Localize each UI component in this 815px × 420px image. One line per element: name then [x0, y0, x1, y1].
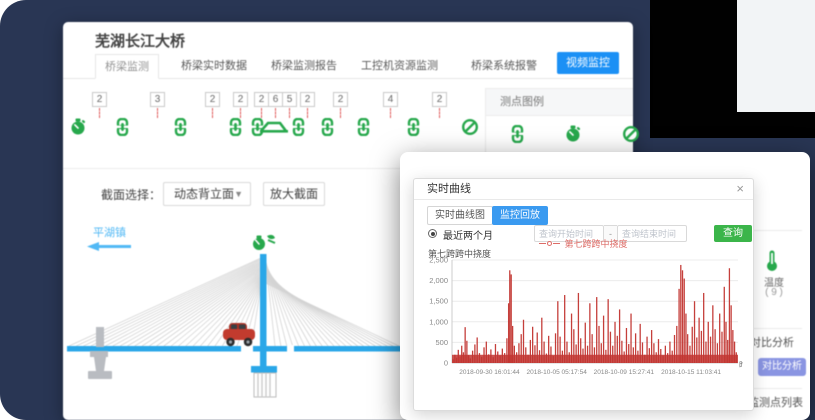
tower-cap — [251, 366, 277, 373]
svg-text:2,500: 2,500 — [429, 257, 448, 265]
left-pier — [88, 327, 112, 379]
close-icon[interactable]: × — [736, 179, 744, 199]
temperature-count: ( 9 ) — [756, 287, 792, 298]
sensor-count-badge: 5 — [282, 92, 297, 107]
chain-sensor-icon[interactable] — [355, 118, 373, 136]
legend-line-icon — [539, 243, 546, 244]
sensor-count-badge: 4 — [383, 92, 398, 107]
sensor-count-badge: 2 — [233, 92, 248, 107]
detail-window: 温度 ( 9 ) 对比分析 对比分析 监测点列表 实时曲线 × 实时曲线图 监控… — [400, 152, 810, 420]
sensor-dashed-line — [261, 108, 262, 118]
sensor-count-badge: 2 — [254, 92, 269, 107]
svg-text:2018-09-30 16:01:44: 2018-09-30 16:01:44 — [459, 369, 520, 376]
tab-realtime-curve[interactable]: 实时曲线图 — [427, 206, 493, 225]
compare-section-header: 对比分析 — [750, 334, 794, 350]
svg-text:2018-10-09 15:27:41: 2018-10-09 15:27:41 — [594, 369, 655, 376]
tower-top-sensor-icons — [253, 235, 275, 250]
sensor-count-badge: 2 — [92, 92, 107, 107]
thermometer-icon — [766, 250, 778, 272]
sensor-count-badge: 6 — [268, 92, 283, 107]
sensor-dashed-line — [340, 108, 341, 118]
svg-text:2018-10-15 11:03:41: 2018-10-15 11:03:41 — [661, 369, 721, 376]
no-entry-sensor-icon[interactable] — [461, 118, 479, 136]
modal-title: 实时曲线 — [414, 179, 753, 200]
sensor-dashed-line — [307, 108, 308, 118]
sensor-dashed-line — [212, 108, 213, 118]
sensor-dashed-line — [275, 108, 276, 118]
section-select-value: 动态背立面 — [174, 187, 234, 201]
main-tabbar: 桥梁监测 桥梁实时数据 桥梁监测报告 工控机资源监测 桥梁系统报警 视频监控 — [63, 54, 633, 79]
chain-sensor-icon[interactable] — [172, 118, 190, 136]
svg-text:0: 0 — [444, 359, 448, 368]
chevron-down-icon: ▼ — [234, 183, 243, 205]
sensor-dashed-line — [289, 108, 290, 118]
deck-joint — [287, 345, 294, 353]
sensor-dashed-line — [390, 108, 391, 118]
legend-marker-icon — [547, 241, 552, 246]
tab-system-alarm[interactable]: 桥梁系统报警 — [471, 54, 537, 79]
svg-text:2018-10-05 05:17:54: 2018-10-05 05:17:54 — [526, 369, 587, 376]
sensor-count-badge: 2 — [300, 92, 315, 107]
sensor-count-badge: 2 — [205, 92, 220, 107]
svg-text:时间: 时间 — [739, 359, 743, 369]
point-list-header: 监测点列表 — [748, 394, 803, 410]
gauge-sensor-icon[interactable] — [69, 118, 87, 136]
sensor-count-badge: 3 — [150, 92, 165, 107]
chain-legend-icon — [509, 125, 527, 143]
bridge-tower — [260, 254, 267, 366]
realtime-curve-modal: 实时曲线 × 实时曲线图 监控回放 最近两个月 - 查询 第七跨跨中挠度 — [413, 178, 754, 411]
tower-pier — [254, 373, 276, 397]
background-window-fragment — [737, 0, 815, 112]
page-title: 芜湖长江大桥 — [95, 30, 185, 51]
sensor-count-badge: 2 — [333, 92, 348, 107]
screenshot-stage: 芜湖长江大桥 桥梁监测 桥梁实时数据 桥梁监测报告 工控机资源监测 桥梁系统报警… — [0, 0, 815, 420]
no-entry-legend-icon — [622, 125, 640, 143]
sensor-dashed-line — [240, 108, 241, 118]
car-image — [223, 323, 255, 346]
legend-line-icon — [553, 243, 560, 244]
tab-realtime-data[interactable]: 桥梁实时数据 — [181, 54, 247, 79]
gauge-legend-icon — [564, 125, 582, 143]
chain-sensor-icon[interactable] — [290, 118, 308, 136]
svg-text:500: 500 — [435, 338, 448, 347]
deflection-chart: 0 500 1,000 1,500 2,000 2,500 2018-09-30 16:01… — [426, 257, 743, 387]
chain-sensor-icon[interactable] — [319, 118, 337, 136]
bridge-sensor-icon[interactable] — [260, 118, 288, 136]
chain-sensor-icon[interactable] — [114, 118, 132, 136]
tab-monitor-report[interactable]: 桥梁监测报告 — [271, 54, 337, 79]
video-monitor-button[interactable]: 视频监控 — [557, 52, 619, 74]
radio-last-two-months[interactable] — [428, 229, 437, 238]
tab-ipc-resource[interactable]: 工控机资源监测 — [361, 54, 438, 79]
sensor-dashed-line — [439, 108, 440, 118]
svg-text:1,500: 1,500 — [429, 297, 448, 306]
sensor-dashed-line — [99, 108, 100, 118]
section-select-dropdown[interactable]: 动态背立面 ▼ — [163, 182, 251, 206]
deck-joint — [241, 345, 253, 353]
tab-monitor-playback[interactable]: 监控回放 — [492, 206, 548, 225]
tab-bridge-monitor[interactable]: 桥梁监测 — [95, 54, 159, 79]
bridge-deck — [67, 346, 404, 352]
svg-text:2,000: 2,000 — [429, 276, 448, 285]
bridge-diagram — [63, 218, 408, 418]
compare-button[interactable]: 对比分析 — [758, 358, 806, 376]
section-select-label: 截面选择： — [101, 186, 161, 203]
sensor-count-badge: 2 — [432, 92, 447, 107]
legend-label: 第七跨跨中挠度 — [564, 237, 627, 250]
zoom-section-button[interactable]: 放大截面 — [263, 182, 325, 206]
svg-text:1,000: 1,000 — [429, 317, 448, 326]
sensor-dashed-line — [157, 108, 158, 118]
chain-sensor-icon[interactable] — [227, 118, 245, 136]
chain-sensor-icon[interactable] — [405, 118, 423, 136]
point-legend-title: 测点图例 — [486, 88, 633, 116]
